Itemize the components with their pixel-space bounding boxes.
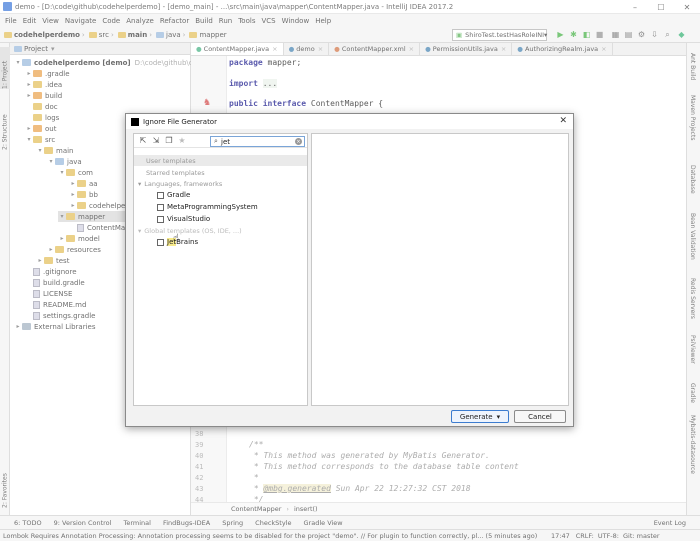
group-user-templates[interactable]: User templates	[146, 157, 196, 165]
clear-search-icon[interactable]: ×	[295, 138, 302, 145]
template-preview-pane[interactable]	[311, 133, 569, 406]
template-gradle[interactable]: Gradle	[157, 191, 190, 199]
checkbox[interactable]	[157, 238, 164, 246]
group-starred-templates[interactable]: Starred templates	[146, 169, 205, 177]
dialog-close-icon[interactable]: ✕	[559, 116, 567, 126]
checkbox[interactable]	[157, 191, 164, 199]
ignore-file-generator-dialog: Ignore File Generator ✕ ⇱ ⇲ ❐ ★ ⌕ jet × …	[125, 113, 574, 427]
dialog-title-bar: Ignore File Generator	[126, 114, 573, 129]
expand-all-icon[interactable]: ⇱	[138, 136, 148, 146]
template-visualstudio[interactable]: VisualStudio	[157, 215, 210, 223]
chevron-down-icon: ▾	[496, 412, 501, 421]
cancel-button[interactable]: Cancel	[514, 410, 566, 423]
group-global-templates[interactable]: ▾ Global templates (OS, IDE, ...)	[138, 227, 242, 235]
star-icon[interactable]: ★	[177, 136, 187, 146]
checkbox[interactable]	[157, 215, 164, 223]
dialog-title: Ignore File Generator	[143, 117, 217, 126]
copy-icon[interactable]: ❐	[164, 136, 174, 146]
generate-button[interactable]: Generate ▾	[451, 410, 509, 423]
mouse-pointer-icon: ☝	[173, 233, 180, 244]
search-icon: ⌕	[214, 137, 218, 145]
intellij-logo-icon	[131, 117, 139, 126]
template-search-field[interactable]: ⌕ jet ×	[210, 136, 305, 147]
template-toolbar: ⇱ ⇲ ❐ ★ ⌕ jet ×	[134, 134, 307, 148]
chevron-down-icon: ▾	[138, 180, 142, 188]
search-value[interactable]: jet	[221, 138, 230, 146]
template-list-pane: ⇱ ⇲ ❐ ★ ⌕ jet × User templates Starred t…	[133, 133, 308, 406]
collapse-all-icon[interactable]: ⇲	[151, 136, 161, 146]
chevron-down-icon: ▾	[138, 227, 142, 235]
checkbox[interactable]	[157, 203, 164, 211]
template-metaprogrammingsystem[interactable]: MetaProgrammingSystem	[157, 203, 258, 211]
group-languages-frameworks[interactable]: ▾ Languages, frameworks	[138, 180, 222, 188]
